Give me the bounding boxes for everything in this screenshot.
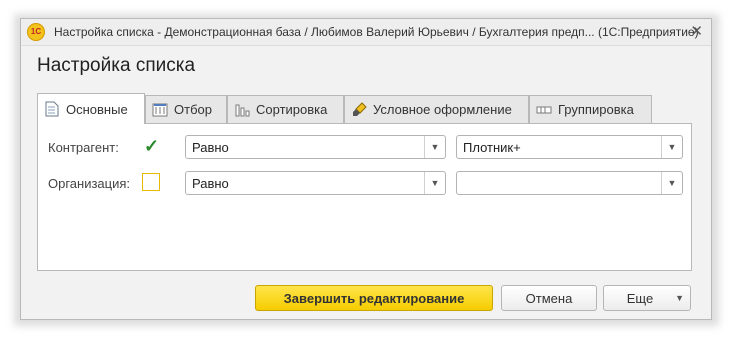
chevron-down-icon[interactable]: ▼ [424,172,445,194]
brush-icon [351,101,367,118]
tab-conditional-format[interactable]: Условное оформление [344,95,529,123]
close-icon[interactable]: ✕ [690,22,703,40]
chevron-down-icon: ▼ [675,293,684,303]
counterparty-label: Контрагент: [48,140,119,155]
organization-value-field[interactable]: ▼ [456,171,683,195]
organization-checkbox[interactable] [142,173,160,191]
sort-icon [234,102,250,118]
condition-value: Равно [192,176,229,191]
counterparty-value: Плотник+ [463,140,521,155]
tab-main[interactable]: Основные [37,93,145,124]
more-button[interactable]: Еще ▼ [603,285,691,311]
tab-filter[interactable]: Отбор [145,95,227,123]
check-mark-icon: ✓ [144,136,160,156]
app-logo-icon: 1С [27,23,45,41]
title-bar[interactable]: 1С Настройка списка - Демонстрационная б… [21,19,711,46]
tab-label: Отбор [174,102,212,117]
chevron-down-icon[interactable]: ▼ [661,172,682,194]
condition-value: Равно [192,140,229,155]
cancel-button[interactable]: Отмена [501,285,597,311]
counterparty-value-field[interactable]: Плотник+ ▼ [456,135,683,159]
tab-sorting[interactable]: Сортировка [227,95,344,123]
filter-icon [152,102,168,118]
organization-condition-select[interactable]: Равно ▼ [185,171,446,195]
counterparty-condition-select[interactable]: Равно ▼ [185,135,446,159]
tab-label: Условное оформление [373,102,512,117]
finish-editing-button[interactable]: Завершить редактирование [255,285,493,311]
tab-label: Основные [66,101,128,117]
tab-grouping[interactable]: Группировка [529,95,652,123]
window-title: Настройка списка - Демонстрационная база… [54,25,699,39]
more-label: Еще [626,290,654,306]
document-icon [44,101,60,117]
grouping-icon [536,102,552,118]
form-title: Настройка списка [37,55,196,76]
tab-label: Группировка [558,102,634,117]
chevron-down-icon[interactable]: ▼ [661,136,682,158]
organization-label: Организация: [48,176,131,191]
tab-panel-main: Контрагент: ✓ Равно ▼ Плотник+ ▼ Организ… [37,123,692,271]
chevron-down-icon[interactable]: ▼ [424,136,445,158]
counterparty-checkbox[interactable]: ✓ [142,136,160,156]
tab-label: Сортировка [256,102,328,117]
settings-dialog: 1С Настройка списка - Демонстрационная б… [20,18,712,320]
